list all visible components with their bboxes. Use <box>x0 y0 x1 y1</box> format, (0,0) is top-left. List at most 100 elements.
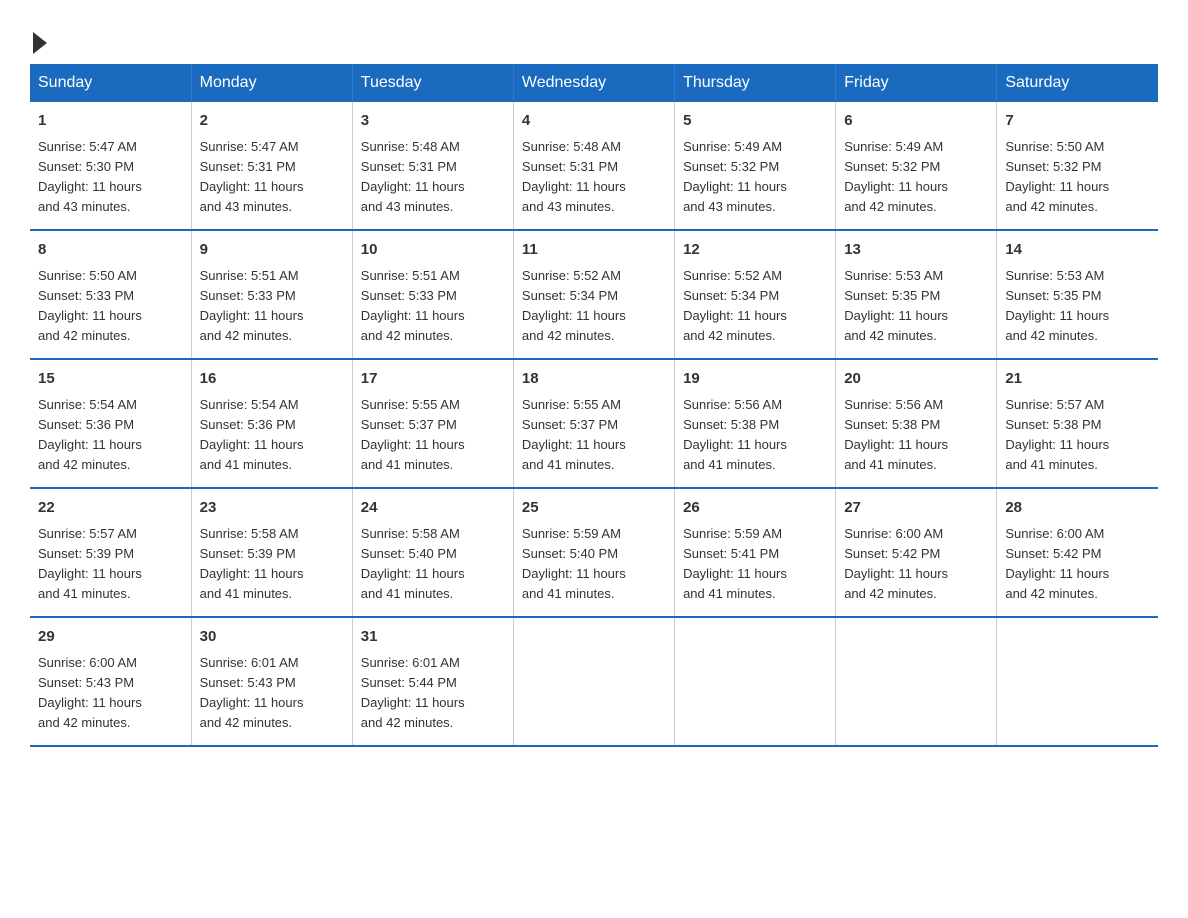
day-number: 13 <box>844 239 988 262</box>
day-number: 15 <box>38 368 183 391</box>
cell-info: Sunrise: 6:00 AMSunset: 5:42 PMDaylight:… <box>844 524 988 605</box>
calendar-table: SundayMondayTuesdayWednesdayThursdayFrid… <box>30 64 1158 747</box>
calendar-cell: 11 Sunrise: 5:52 AMSunset: 5:34 PMDayligh… <box>513 230 674 359</box>
cell-info: Sunrise: 5:57 AMSunset: 5:39 PMDaylight:… <box>38 524 183 605</box>
cell-info: Sunrise: 5:52 AMSunset: 5:34 PMDaylight:… <box>522 266 666 347</box>
calendar-cell: 2 Sunrise: 5:47 AMSunset: 5:31 PMDaylight… <box>191 102 352 230</box>
calendar-cell: 23 Sunrise: 5:58 AMSunset: 5:39 PMDayligh… <box>191 488 352 617</box>
cell-info: Sunrise: 5:49 AMSunset: 5:32 PMDaylight:… <box>683 137 827 218</box>
day-number: 28 <box>1005 497 1150 520</box>
day-number: 5 <box>683 110 827 133</box>
calendar-cell: 13 Sunrise: 5:53 AMSunset: 5:35 PMDayligh… <box>836 230 997 359</box>
cell-info: Sunrise: 6:01 AMSunset: 5:43 PMDaylight:… <box>200 653 344 734</box>
header-saturday: Saturday <box>997 64 1158 102</box>
day-number: 12 <box>683 239 827 262</box>
day-number: 7 <box>1005 110 1150 133</box>
header-friday: Friday <box>836 64 997 102</box>
calendar-cell <box>997 617 1158 746</box>
cell-info: Sunrise: 5:59 AMSunset: 5:40 PMDaylight:… <box>522 524 666 605</box>
cell-info: Sunrise: 5:57 AMSunset: 5:38 PMDaylight:… <box>1005 395 1150 476</box>
header-wednesday: Wednesday <box>513 64 674 102</box>
cell-info: Sunrise: 5:58 AMSunset: 5:40 PMDaylight:… <box>361 524 505 605</box>
calendar-cell: 26 Sunrise: 5:59 AMSunset: 5:41 PMDayligh… <box>675 488 836 617</box>
day-number: 30 <box>200 626 344 649</box>
day-number: 14 <box>1005 239 1150 262</box>
cell-info: Sunrise: 5:54 AMSunset: 5:36 PMDaylight:… <box>200 395 344 476</box>
calendar-cell: 8Sunrise: 5:50 AMSunset: 5:33 PMDaylight… <box>30 230 191 359</box>
day-number: 22 <box>38 497 183 520</box>
day-number: 18 <box>522 368 666 391</box>
day-number: 11 <box>522 239 666 262</box>
calendar-cell: 3 Sunrise: 5:48 AMSunset: 5:31 PMDaylight… <box>352 102 513 230</box>
cell-info: Sunrise: 5:47 AMSunset: 5:31 PMDaylight:… <box>200 137 344 218</box>
calendar-week-row: 22 Sunrise: 5:57 AMSunset: 5:39 PMDayligh… <box>30 488 1158 617</box>
day-number: 27 <box>844 497 988 520</box>
calendar-cell: 28 Sunrise: 6:00 AMSunset: 5:42 PMDayligh… <box>997 488 1158 617</box>
day-number: 10 <box>361 239 505 262</box>
calendar-week-row: 29Sunrise: 6:00 AMSunset: 5:43 PMDayligh… <box>30 617 1158 746</box>
day-number: 31 <box>361 626 505 649</box>
header-sunday: Sunday <box>30 64 191 102</box>
cell-info: Sunrise: 5:54 AMSunset: 5:36 PMDaylight:… <box>38 395 183 476</box>
day-number: 23 <box>200 497 344 520</box>
calendar-cell: 30 Sunrise: 6:01 AMSunset: 5:43 PMDayligh… <box>191 617 352 746</box>
calendar-cell: 24Sunrise: 5:58 AMSunset: 5:40 PMDayligh… <box>352 488 513 617</box>
calendar-cell: 10Sunrise: 5:51 AMSunset: 5:33 PMDayligh… <box>352 230 513 359</box>
calendar-cell <box>513 617 674 746</box>
cell-info: Sunrise: 5:48 AMSunset: 5:31 PMDaylight:… <box>361 137 505 218</box>
calendar-cell: 14 Sunrise: 5:53 AMSunset: 5:35 PMDayligh… <box>997 230 1158 359</box>
cell-info: Sunrise: 5:53 AMSunset: 5:35 PMDaylight:… <box>844 266 988 347</box>
calendar-cell: 18 Sunrise: 5:55 AMSunset: 5:37 PMDayligh… <box>513 359 674 488</box>
cell-info: Sunrise: 6:00 AMSunset: 5:42 PMDaylight:… <box>1005 524 1150 605</box>
calendar-week-row: 8Sunrise: 5:50 AMSunset: 5:33 PMDaylight… <box>30 230 1158 359</box>
cell-info: Sunrise: 5:55 AMSunset: 5:37 PMDaylight:… <box>361 395 505 476</box>
day-number: 19 <box>683 368 827 391</box>
cell-info: Sunrise: 5:49 AMSunset: 5:32 PMDaylight:… <box>844 137 988 218</box>
calendar-cell: 12 Sunrise: 5:52 AMSunset: 5:34 PMDayligh… <box>675 230 836 359</box>
day-number: 26 <box>683 497 827 520</box>
calendar-cell: 17 Sunrise: 5:55 AMSunset: 5:37 PMDayligh… <box>352 359 513 488</box>
calendar-cell: 22 Sunrise: 5:57 AMSunset: 5:39 PMDayligh… <box>30 488 191 617</box>
day-number: 3 <box>361 110 505 133</box>
day-number: 2 <box>200 110 344 133</box>
calendar-cell: 19 Sunrise: 5:56 AMSunset: 5:38 PMDayligh… <box>675 359 836 488</box>
calendar-header-row: SundayMondayTuesdayWednesdayThursdayFrid… <box>30 64 1158 102</box>
calendar-cell <box>675 617 836 746</box>
header-thursday: Thursday <box>675 64 836 102</box>
cell-info: Sunrise: 5:56 AMSunset: 5:38 PMDaylight:… <box>683 395 827 476</box>
cell-info: Sunrise: 5:59 AMSunset: 5:41 PMDaylight:… <box>683 524 827 605</box>
day-number: 9 <box>200 239 344 262</box>
cell-info: Sunrise: 5:47 AMSunset: 5:30 PMDaylight:… <box>38 137 183 218</box>
calendar-cell: 27 Sunrise: 6:00 AMSunset: 5:42 PMDayligh… <box>836 488 997 617</box>
logo-arrow-icon <box>33 32 47 54</box>
cell-info: Sunrise: 5:51 AMSunset: 5:33 PMDaylight:… <box>200 266 344 347</box>
day-number: 16 <box>200 368 344 391</box>
calendar-cell: 1 Sunrise: 5:47 AMSunset: 5:30 PMDaylight… <box>30 102 191 230</box>
cell-info: Sunrise: 5:48 AMSunset: 5:31 PMDaylight:… <box>522 137 666 218</box>
calendar-cell: 9 Sunrise: 5:51 AMSunset: 5:33 PMDaylight… <box>191 230 352 359</box>
calendar-cell: 4Sunrise: 5:48 AMSunset: 5:31 PMDaylight… <box>513 102 674 230</box>
logo <box>30 20 47 54</box>
cell-info: Sunrise: 5:55 AMSunset: 5:37 PMDaylight:… <box>522 395 666 476</box>
calendar-week-row: 15 Sunrise: 5:54 AMSunset: 5:36 PMDayligh… <box>30 359 1158 488</box>
calendar-cell: 16 Sunrise: 5:54 AMSunset: 5:36 PMDayligh… <box>191 359 352 488</box>
calendar-cell: 15 Sunrise: 5:54 AMSunset: 5:36 PMDayligh… <box>30 359 191 488</box>
header-tuesday: Tuesday <box>352 64 513 102</box>
calendar-cell: 20Sunrise: 5:56 AMSunset: 5:38 PMDayligh… <box>836 359 997 488</box>
cell-info: Sunrise: 5:50 AMSunset: 5:32 PMDaylight:… <box>1005 137 1150 218</box>
cell-info: Sunrise: 5:58 AMSunset: 5:39 PMDaylight:… <box>200 524 344 605</box>
cell-info: Sunrise: 5:53 AMSunset: 5:35 PMDaylight:… <box>1005 266 1150 347</box>
page-header <box>30 20 1158 54</box>
calendar-cell: 29Sunrise: 6:00 AMSunset: 5:43 PMDayligh… <box>30 617 191 746</box>
calendar-week-row: 1 Sunrise: 5:47 AMSunset: 5:30 PMDaylight… <box>30 102 1158 230</box>
calendar-cell: 21Sunrise: 5:57 AMSunset: 5:38 PMDayligh… <box>997 359 1158 488</box>
cell-info: Sunrise: 5:56 AMSunset: 5:38 PMDaylight:… <box>844 395 988 476</box>
cell-info: Sunrise: 6:00 AMSunset: 5:43 PMDaylight:… <box>38 653 183 734</box>
day-number: 6 <box>844 110 988 133</box>
day-number: 17 <box>361 368 505 391</box>
header-monday: Monday <box>191 64 352 102</box>
day-number: 1 <box>38 110 183 133</box>
calendar-cell: 7 Sunrise: 5:50 AMSunset: 5:32 PMDaylight… <box>997 102 1158 230</box>
cell-info: Sunrise: 6:01 AMSunset: 5:44 PMDaylight:… <box>361 653 505 734</box>
cell-info: Sunrise: 5:52 AMSunset: 5:34 PMDaylight:… <box>683 266 827 347</box>
